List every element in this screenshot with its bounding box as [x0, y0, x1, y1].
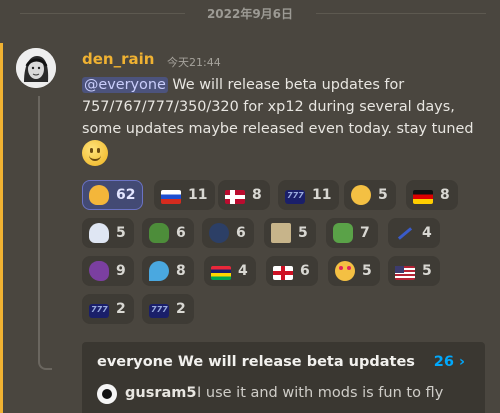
- flag-england-icon: [273, 265, 293, 280]
- reaction-count: 4: [422, 225, 432, 241]
- reaction-flag-us[interactable]: 5: [388, 256, 440, 286]
- pepe-2-icon: [333, 223, 353, 243]
- reaction-count: 11: [312, 187, 332, 203]
- avatar-drawing: [16, 48, 56, 88]
- reaction-count: 7: [360, 225, 370, 241]
- clap-icon: [89, 185, 109, 205]
- pepe-icon: [149, 223, 169, 243]
- heart-eyes-icon: [335, 261, 355, 281]
- reaction-count: 4: [238, 263, 248, 279]
- reaction-plane[interactable]: 4: [388, 218, 440, 248]
- avatar[interactable]: [16, 48, 56, 88]
- author-name[interactable]: den_rain: [82, 50, 154, 68]
- reaction-count: 6: [300, 263, 310, 279]
- flag-de-icon: [413, 189, 433, 204]
- message-timestamp: 今天21:44: [167, 56, 221, 69]
- flag-ru-icon: [161, 189, 181, 204]
- ghost-icon: [89, 223, 109, 243]
- thread-user-avatar: [97, 384, 117, 404]
- reaction-eggplant[interactable]: 9: [82, 256, 134, 286]
- photo-face-icon: [271, 223, 291, 243]
- slightly-smiling-face-icon: [82, 140, 108, 166]
- reaction-sweat-drops[interactable]: 8: [142, 256, 194, 286]
- reaction-flag-mu[interactable]: 4: [204, 256, 256, 286]
- reaction-count: 11: [188, 187, 208, 203]
- everyone-mention[interactable]: @everyone: [82, 77, 168, 93]
- reaction-count: 62: [116, 187, 136, 203]
- thread-last-user: gusram5: [125, 385, 197, 401]
- message-content: @everyone We will release beta updates f…: [82, 74, 492, 166]
- reaction-count: 2: [116, 301, 126, 317]
- thread-message-count[interactable]: 26 ›: [434, 354, 465, 370]
- reaction-train[interactable]: 6: [202, 218, 254, 248]
- 777-logo-icon: [149, 303, 169, 318]
- flag-no-icon: [225, 189, 245, 204]
- reaction-flag-ru[interactable]: 11: [154, 180, 216, 210]
- thread-preview[interactable]: everyone We will release beta updates 26…: [82, 342, 485, 413]
- 777-logo-icon: [285, 189, 305, 204]
- train-icon: [209, 223, 229, 243]
- reaction-count: 5: [116, 225, 126, 241]
- reaction-pepe-2[interactable]: 7: [326, 218, 378, 248]
- reaction-count: 6: [176, 225, 186, 241]
- reaction-pepe[interactable]: 6: [142, 218, 194, 248]
- thinking-face-icon: [351, 185, 371, 205]
- flag-mu-icon: [211, 265, 231, 280]
- reaction-thinking[interactable]: 5: [344, 180, 396, 210]
- reaction-count: 6: [236, 225, 246, 241]
- 777-logo-icon: [89, 303, 109, 318]
- reaction-flag-england[interactable]: 6: [266, 256, 318, 286]
- reaction-count: 5: [422, 263, 432, 279]
- reaction-count: 9: [116, 263, 126, 279]
- thread-title[interactable]: everyone We will release beta updates: [97, 354, 415, 370]
- date-divider: 2022年9月6日: [0, 0, 500, 28]
- reaction-count: 5: [298, 225, 308, 241]
- reaction-count: 5: [362, 263, 372, 279]
- reaction-flag-no[interactable]: 8: [218, 180, 270, 210]
- reaction-777[interactable]: 11: [278, 180, 340, 210]
- reaction-count: 8: [440, 187, 450, 203]
- thread-connector-line: [38, 96, 52, 370]
- reaction-photo-face[interactable]: 5: [264, 218, 316, 248]
- sweat-drops-icon: [149, 261, 169, 281]
- reaction-flag-de[interactable]: 8: [406, 180, 458, 210]
- reaction-count: 2: [176, 301, 186, 317]
- reaction-heart-eyes[interactable]: 5: [328, 256, 380, 286]
- thread-last-message: I use it and with mods is fun to fly: [197, 385, 444, 401]
- reaction-777-b[interactable]: 2: [142, 294, 194, 324]
- reaction-clap[interactable]: 62: [82, 180, 144, 210]
- eggplant-icon: [89, 261, 109, 281]
- divider-line-right: [316, 13, 486, 14]
- reaction-ghost[interactable]: 5: [82, 218, 134, 248]
- flag-us-icon: [395, 265, 415, 280]
- reaction-count: 5: [378, 187, 388, 203]
- plane-icon: [395, 223, 415, 243]
- mention-highlight-bar: [0, 43, 3, 413]
- reaction-count: 8: [252, 187, 262, 203]
- reaction-count: 8: [176, 263, 186, 279]
- reaction-777-a[interactable]: 2: [82, 294, 134, 324]
